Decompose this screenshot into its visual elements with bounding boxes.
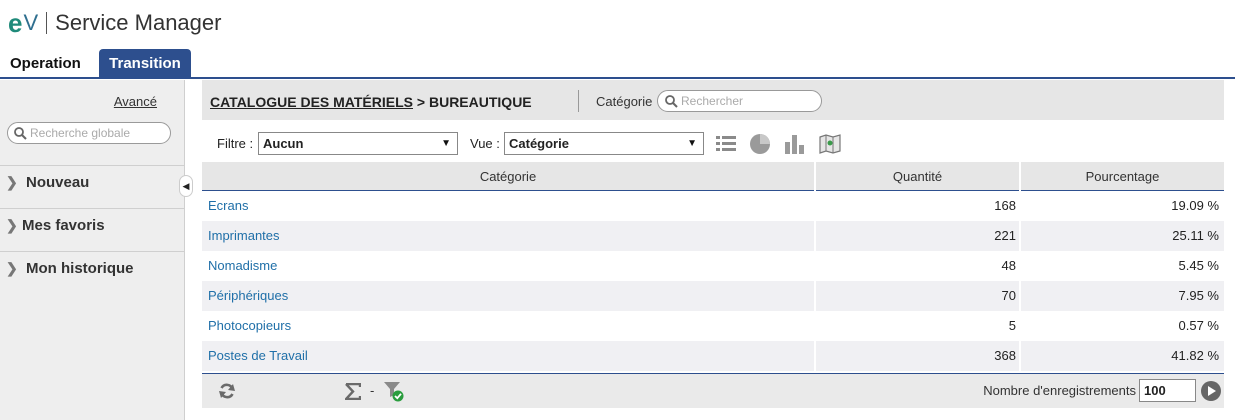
breadcrumb-separator: > xyxy=(416,94,426,110)
dropdown-arrow-icon: ▼ xyxy=(441,138,451,149)
records-count-input[interactable]: 100 xyxy=(1139,379,1196,402)
quantity-cell: 221 xyxy=(994,228,1016,243)
global-search-placeholder: Recherche globale xyxy=(30,126,131,140)
table-row: Postes de Travail 368 41.82 % xyxy=(202,341,1224,371)
sidebar-divider xyxy=(0,251,185,252)
app-header: e V Service Manager xyxy=(0,0,1235,48)
view-select[interactable]: Catégorie ▼ xyxy=(504,132,704,155)
chevron-right-icon: ❯ xyxy=(6,174,18,190)
chevron-right-icon: ❯ xyxy=(6,260,18,276)
category-link[interactable]: Imprimantes xyxy=(208,221,808,251)
table-row: Ecrans 168 19.09 % xyxy=(202,191,1224,221)
advanced-search-link[interactable]: Avancé xyxy=(114,94,157,109)
filter-select[interactable]: Aucun ▼ xyxy=(258,132,458,155)
sidebar-item-label: Mon historique xyxy=(26,260,134,277)
percentage-cell: 19.09 % xyxy=(1171,198,1219,213)
chevron-right-icon: ❯ xyxy=(6,217,18,233)
column-header-percentage[interactable]: Pourcentage xyxy=(1019,162,1224,191)
category-link[interactable]: Périphériques xyxy=(208,281,808,311)
search-icon xyxy=(14,126,27,140)
filter-label: Filtre : xyxy=(217,136,254,151)
category-link[interactable]: Ecrans xyxy=(208,191,808,221)
app-logo: e V Service Manager xyxy=(8,9,221,37)
bar-chart-icon[interactable] xyxy=(784,133,806,155)
filter-toolbar: Filtre : Aucun ▼ Vue : Catégorie ▼ xyxy=(202,130,1224,158)
list-icon[interactable] xyxy=(715,133,737,153)
tab-operation[interactable]: Operation xyxy=(0,49,91,78)
filter-value: Aucun xyxy=(263,136,304,151)
main-tabs: Operation Transition xyxy=(0,49,1235,79)
logo-e: e xyxy=(8,8,23,38)
sidebar-item-nouveau[interactable]: ❯ Nouveau xyxy=(6,174,89,191)
category-search-label: Catégorie xyxy=(596,94,653,109)
percentage-cell: 7.95 % xyxy=(1178,288,1219,303)
category-link[interactable]: Nomadisme xyxy=(208,251,808,281)
view-value: Catégorie xyxy=(509,136,569,151)
breadcrumb: CATALOGUE DES MATÉRIELS > BUREAUTIQUE xyxy=(210,94,532,110)
category-search-placeholder: Rechercher xyxy=(681,94,744,108)
table-row: Périphériques 70 7.95 % xyxy=(202,281,1224,311)
quantity-cell: 368 xyxy=(994,348,1016,363)
search-icon xyxy=(665,94,678,108)
sidebar-divider xyxy=(0,208,185,209)
percentage-cell: 41.82 % xyxy=(1171,348,1219,363)
percentage-cell: 25.11 % xyxy=(1172,228,1219,243)
breadcrumb-catalog-link[interactable]: CATALOGUE DES MATÉRIELS xyxy=(210,94,413,110)
table-row: Photocopieurs 5 0.57 % xyxy=(202,311,1224,341)
column-header-quantity[interactable]: Quantité xyxy=(814,162,1019,191)
table-row: Imprimantes 221 25.11 % xyxy=(202,221,1224,251)
percentage-cell: 0.57 % xyxy=(1178,318,1219,333)
refresh-icon[interactable] xyxy=(218,382,236,400)
column-header-category[interactable]: Catégorie xyxy=(202,162,814,191)
pie-chart-icon[interactable] xyxy=(749,133,771,155)
sidebar: Avancé Recherche globale ❯ Nouveau ❯ Mes… xyxy=(0,80,185,420)
quantity-cell: 5 xyxy=(1008,318,1016,333)
breadcrumb-current: BUREAUTIQUE xyxy=(428,94,532,110)
sigma-icon[interactable] xyxy=(345,383,361,400)
app-title: Service Manager xyxy=(55,10,222,35)
sidebar-item-label: Mes favoris xyxy=(22,217,105,234)
category-link[interactable]: Postes de Travail xyxy=(208,341,808,371)
category-search-input[interactable]: Rechercher xyxy=(657,90,822,112)
header-divider xyxy=(578,90,579,112)
percentage-cell: 5.45 % xyxy=(1178,258,1219,273)
sidebar-item-label: Nouveau xyxy=(26,174,90,191)
sidebar-item-mon-historique[interactable]: ❯ Mon historique xyxy=(6,260,134,277)
table-footer: - Nombre d'enregistrements 100 xyxy=(202,373,1224,408)
category-table: Catégorie Quantité Pourcentage Ecrans 16… xyxy=(202,162,1224,371)
filter-check-icon[interactable] xyxy=(383,380,405,402)
quantity-cell: 48 xyxy=(1001,258,1016,273)
sidebar-item-mes-favoris[interactable]: ❯ Mes favoris xyxy=(6,217,105,234)
quantity-cell: 70 xyxy=(1001,288,1016,303)
logo-v: V xyxy=(23,10,39,35)
quantity-cell: 168 xyxy=(994,198,1016,213)
map-icon[interactable] xyxy=(819,133,841,155)
sidebar-divider xyxy=(0,165,185,166)
table-header: Catégorie Quantité Pourcentage xyxy=(202,162,1224,191)
global-search-input[interactable]: Recherche globale xyxy=(7,122,171,144)
dropdown-arrow-icon: ▼ xyxy=(687,138,697,149)
collapse-sidebar-button[interactable]: ◀ xyxy=(179,175,193,197)
sigma-separator: - xyxy=(370,383,375,398)
view-label: Vue : xyxy=(470,136,500,151)
content-header: CATALOGUE DES MATÉRIELS > BUREAUTIQUE Ca… xyxy=(202,80,1224,120)
tab-transition[interactable]: Transition xyxy=(99,49,191,78)
caret-left-icon: ◀ xyxy=(182,180,190,191)
table-row: Nomadisme 48 5.45 % xyxy=(202,251,1224,281)
next-page-button[interactable] xyxy=(1201,381,1221,401)
category-link[interactable]: Photocopieurs xyxy=(208,311,808,341)
logo-separator xyxy=(46,12,48,34)
records-count-label: Nombre d'enregistrements xyxy=(983,383,1136,398)
